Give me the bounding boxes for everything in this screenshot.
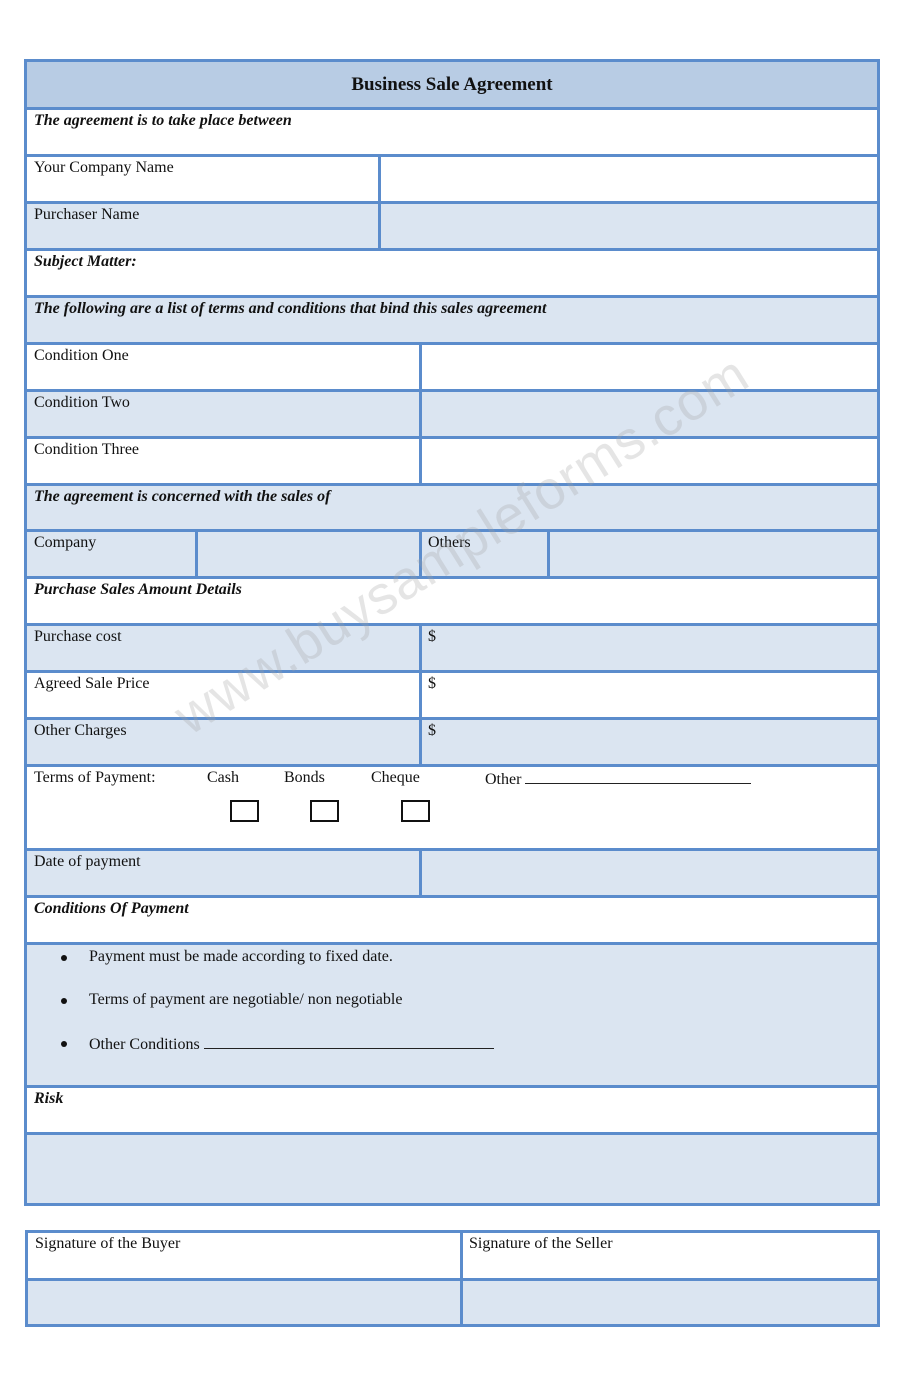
your-company-row: Your Company Name	[27, 157, 877, 204]
conditions-of-payment-heading: Conditions Of Payment	[34, 900, 189, 917]
bullet-icon	[61, 1041, 67, 1047]
company-label: Company	[34, 534, 97, 551]
terms-heading-row: The following are a list of terms and co…	[27, 298, 877, 345]
other-payment-blank[interactable]	[525, 769, 752, 784]
cash-label: Cash	[207, 769, 239, 786]
date-of-payment-row: Date of payment	[27, 851, 877, 898]
list-item-text: Other Conditions	[89, 1034, 494, 1054]
risk-heading-row: Risk	[27, 1088, 877, 1135]
other-label-text: Other	[485, 771, 522, 788]
others-label-cell: Others	[419, 532, 548, 576]
subject-matter-row[interactable]: Subject Matter:	[27, 251, 877, 298]
currency-symbol: $	[428, 628, 436, 645]
cash-checkbox[interactable]	[230, 800, 259, 822]
purchaser-row: Purchaser Name	[27, 204, 877, 251]
amount-label: Purchase cost	[34, 628, 122, 645]
seller-signature-field[interactable]	[460, 1281, 877, 1324]
bullet-icon	[61, 998, 67, 1004]
condition-row: Condition One	[27, 345, 877, 392]
amount-row: Other Charges $	[27, 720, 877, 767]
terms-of-payment-row: Terms of Payment: Cash Bonds Cheque Othe…	[27, 767, 877, 851]
condition-three-field[interactable]	[419, 439, 877, 483]
date-of-payment-field[interactable]	[419, 851, 877, 895]
cheque-label: Cheque	[371, 769, 420, 786]
subject-matter-label: Subject Matter:	[34, 253, 137, 270]
your-company-field[interactable]	[378, 157, 877, 201]
agreed-sale-price-field[interactable]: $	[419, 673, 877, 717]
list-item-text: Terms of payment are negotiable/ non neg…	[89, 991, 403, 1008]
date-of-payment-label: Date of payment	[34, 853, 141, 870]
risk-field[interactable]	[27, 1135, 877, 1203]
others-label: Others	[428, 534, 471, 551]
terms-heading: The following are a list of terms and co…	[34, 300, 547, 317]
other-conditions-blank[interactable]	[203, 1034, 494, 1049]
signature-table: Signature of the Buyer Signature of the …	[25, 1230, 880, 1327]
your-company-label: Your Company Name	[34, 159, 174, 176]
signature-label-row: Signature of the Buyer Signature of the …	[28, 1233, 877, 1281]
currency-symbol: $	[428, 675, 436, 692]
parties-heading-row: The agreement is to take place between	[27, 110, 877, 157]
other-payment-label: Other	[485, 769, 752, 789]
bonds-checkbox[interactable]	[310, 800, 339, 822]
sales-heading-row: The agreement is concerned with the sale…	[27, 486, 877, 532]
terms-of-payment-label: Terms of Payment:	[34, 769, 156, 786]
form-header: Business Sale Agreement	[27, 62, 877, 110]
amount-label: Agreed Sale Price	[34, 675, 150, 692]
seller-label-cell: Signature of the Seller	[460, 1233, 877, 1278]
cheque-checkbox[interactable]	[401, 800, 430, 822]
condition-label: Condition Three	[34, 441, 140, 458]
list-item-text: Payment must be made according to fixed …	[89, 948, 393, 965]
parties-heading: The agreement is to take place between	[34, 112, 292, 129]
purchase-cost-field[interactable]: $	[419, 626, 877, 670]
condition-two-field[interactable]	[419, 392, 877, 436]
others-field[interactable]	[547, 532, 877, 576]
business-sale-agreement-form: Business Sale Agreement The agreement is…	[24, 59, 880, 1206]
buyer-signature-field[interactable]	[28, 1281, 460, 1324]
condition-label: Condition One	[34, 347, 129, 364]
purchaser-label: Purchaser Name	[34, 206, 140, 223]
amount-heading-row: Purchase Sales Amount Details	[27, 579, 877, 626]
amount-row: Purchase cost $	[27, 626, 877, 673]
amount-heading: Purchase Sales Amount Details	[34, 581, 242, 598]
conditions-of-payment-heading-row: Conditions Of Payment	[27, 898, 877, 945]
form-title: Business Sale Agreement	[351, 74, 553, 95]
currency-symbol: $	[428, 722, 436, 739]
bonds-label: Bonds	[284, 769, 325, 786]
sales-heading: The agreement is concerned with the sale…	[34, 488, 331, 505]
condition-row: Condition Two	[27, 392, 877, 439]
seller-signature-label: Signature of the Seller	[469, 1235, 613, 1252]
purchaser-field[interactable]	[378, 204, 877, 248]
bullet-icon	[61, 955, 67, 961]
condition-label: Condition Two	[34, 394, 130, 411]
company-others-row: Company Others	[27, 532, 877, 579]
other-charges-field[interactable]: $	[419, 720, 877, 764]
amount-row: Agreed Sale Price $	[27, 673, 877, 720]
amount-label: Other Charges	[34, 722, 127, 739]
condition-row: Condition Three	[27, 439, 877, 486]
company-field[interactable]	[195, 532, 419, 576]
payment-conditions-list: Payment must be made according to fixed …	[27, 945, 877, 1088]
other-conditions-label: Other Conditions	[89, 1036, 200, 1053]
risk-heading: Risk	[34, 1090, 64, 1107]
signature-field-row	[28, 1281, 877, 1324]
buyer-signature-label: Signature of the Buyer	[35, 1235, 181, 1252]
condition-one-field[interactable]	[419, 345, 877, 389]
